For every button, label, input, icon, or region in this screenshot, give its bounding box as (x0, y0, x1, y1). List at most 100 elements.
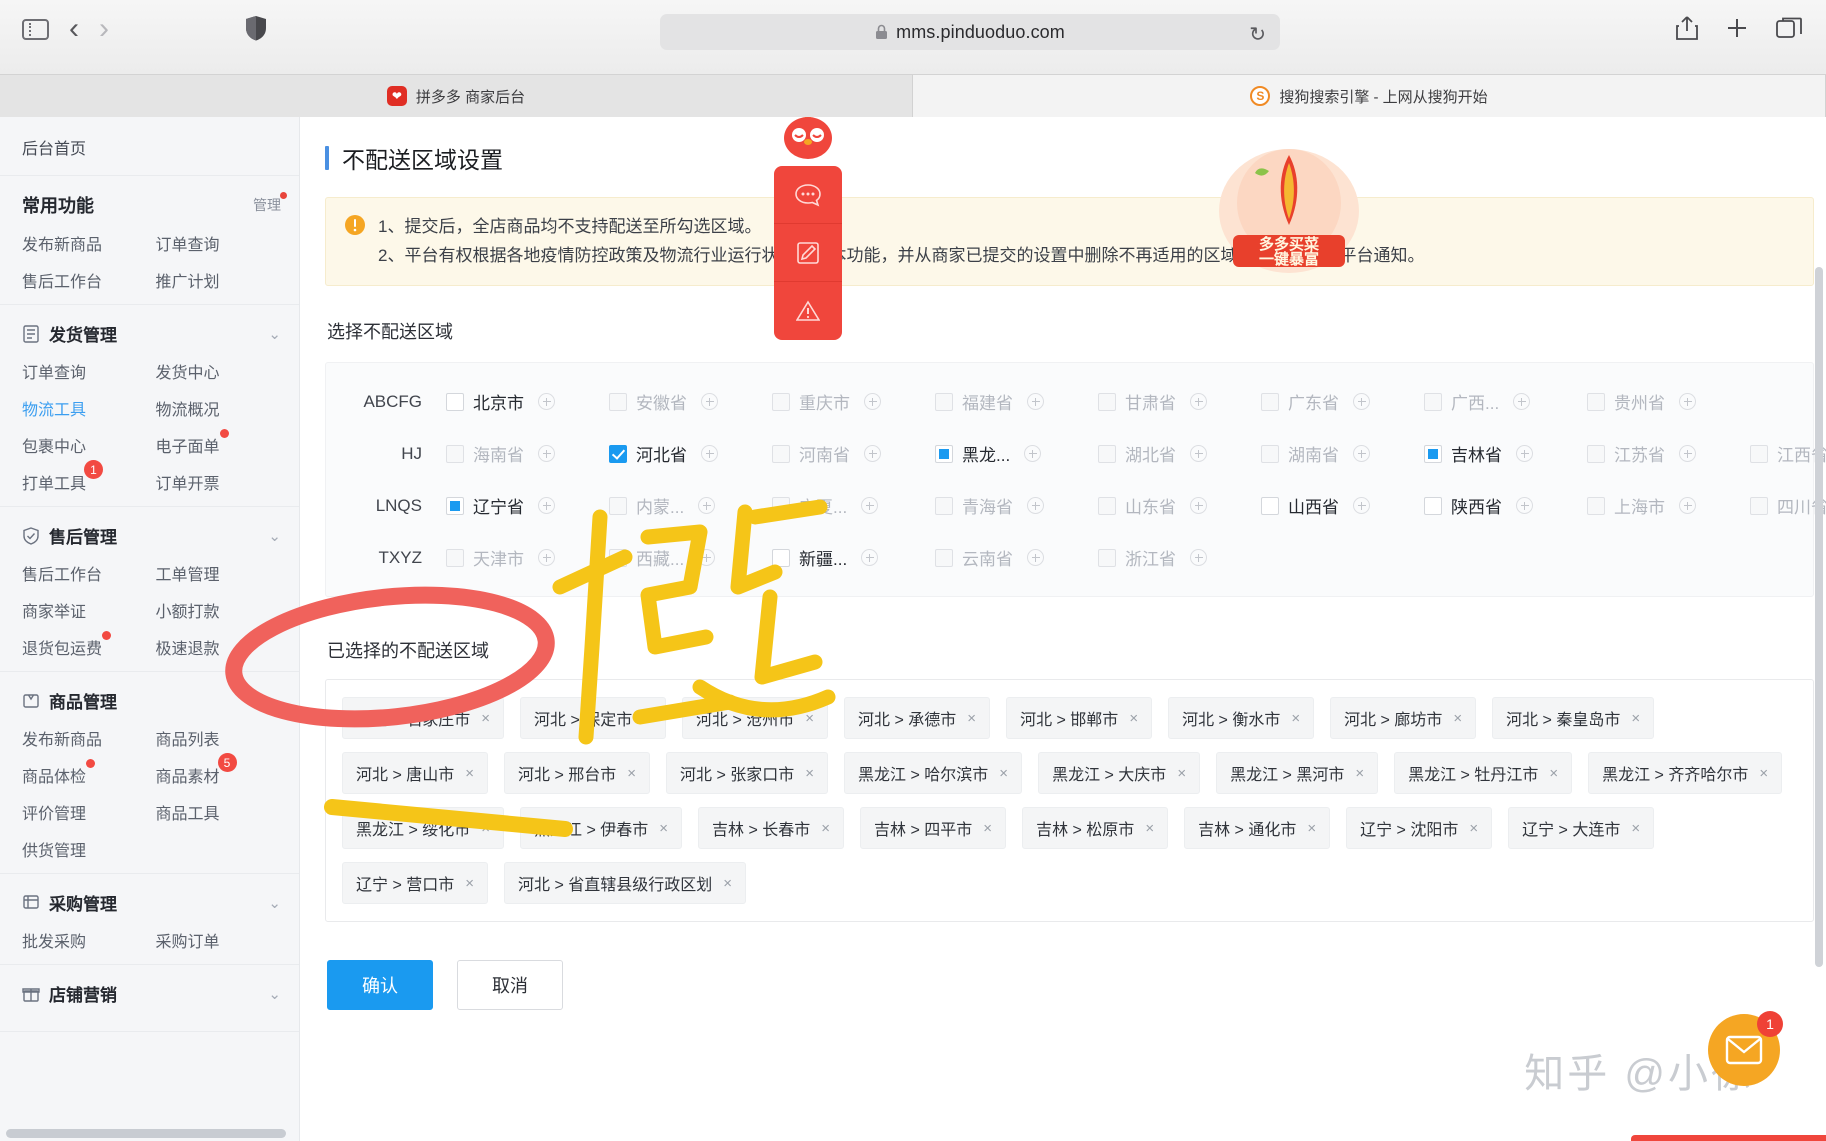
edit-note-icon[interactable] (774, 224, 842, 282)
province-checkbox[interactable] (446, 392, 464, 411)
sidebar-section-header[interactable]: 售后管理 ⌄ (0, 523, 299, 548)
province-checkbox[interactable] (1261, 392, 1279, 411)
sidebar-item-3[interactable]: 推广计划 (156, 268, 220, 292)
chevron-down-icon[interactable]: ⌄ (268, 985, 281, 1003)
remove-tag-icon[interactable]: × (1145, 820, 1154, 837)
selected-region-tag[interactable]: 河北 > 承德市 × (844, 697, 991, 740)
remove-tag-icon[interactable]: × (627, 765, 636, 782)
province-checkbox-item[interactable]: 天津市 (446, 545, 609, 570)
province-checkbox[interactable] (1587, 392, 1605, 411)
selected-region-tag[interactable]: 河北 > 沧州市 × (682, 697, 829, 740)
province-checkbox-item[interactable]: 山东省 (1098, 493, 1261, 518)
province-checkbox[interactable] (609, 444, 627, 463)
province-checkbox-item[interactable]: 河北省 (609, 441, 772, 466)
remove-tag-icon[interactable]: × (465, 765, 474, 782)
selected-region-tag[interactable]: 吉林 > 长春市 × (698, 807, 845, 850)
province-checkbox[interactable] (609, 548, 627, 567)
remove-tag-icon[interactable]: × (967, 710, 976, 727)
sidebar-scrollbar[interactable] (6, 1129, 286, 1138)
browser-tab-pinduoduo[interactable]: ❤ 拼多多 商家后台 (0, 75, 913, 117)
selected-region-tag[interactable]: 河北 > 廊坊市 × (1330, 697, 1477, 740)
selected-region-tag[interactable]: 黑龙江 > 绥化市 × (342, 807, 505, 850)
selected-region-tag[interactable]: 吉林 > 通化市 × (1184, 807, 1331, 850)
page-scrollbar[interactable] (1815, 267, 1823, 967)
province-checkbox-item[interactable]: 陕西省 (1424, 493, 1587, 518)
sidebar-item-1[interactable]: 工单管理 (156, 561, 220, 585)
sidebar-item-3[interactable]: 商品素材 5 (156, 753, 237, 787)
browser-tab-sogou[interactable]: S 搜狗搜索引擎 - 上网从搜狗开始 (913, 75, 1826, 117)
province-checkbox[interactable] (1587, 444, 1605, 463)
sidebar-item-6[interactable]: 打单工具 1 (22, 460, 104, 494)
chevron-down-icon[interactable]: ⌄ (268, 325, 281, 343)
remove-tag-icon[interactable]: × (659, 820, 668, 837)
province-checkbox[interactable] (446, 548, 464, 567)
sidebar-item-1[interactable]: 发货中心 (156, 359, 220, 383)
expand-plus-icon[interactable] (1027, 549, 1044, 567)
remove-tag-icon[interactable]: × (1355, 765, 1364, 782)
province-checkbox-item[interactable]: 吉林省 (1424, 441, 1587, 466)
pdd-assistant-widget[interactable] (774, 117, 842, 340)
expand-plus-icon[interactable] (1513, 393, 1531, 411)
province-checkbox[interactable] (609, 496, 627, 515)
province-checkbox-item[interactable]: 宁夏... (772, 493, 935, 518)
expand-plus-icon[interactable] (1679, 393, 1696, 411)
sidebar-item-0[interactable]: 订单查询 (22, 359, 86, 383)
expand-plus-icon[interactable] (698, 549, 716, 567)
province-checkbox[interactable] (609, 392, 627, 411)
selected-region-tag[interactable]: 河北 > 保定市 × (520, 697, 667, 740)
selected-region-tag[interactable]: 黑龙江 > 大庆市 × (1038, 752, 1201, 795)
sidebar-item-0[interactable]: 发布新商品 (22, 726, 102, 750)
province-checkbox-item[interactable]: 青海省 (935, 493, 1098, 518)
address-bar[interactable]: mms.pinduoduo.com ↻ (660, 14, 1280, 50)
selected-region-tag[interactable]: 吉林 > 松原市 × (1022, 807, 1169, 850)
expand-plus-icon[interactable] (538, 497, 555, 515)
back-arrow-icon[interactable]: ‹ (69, 14, 79, 44)
province-checkbox[interactable] (935, 392, 953, 411)
sidebar-item-3[interactable]: 小额打款 (156, 598, 220, 622)
province-checkbox[interactable] (772, 444, 790, 463)
province-checkbox[interactable] (1587, 496, 1605, 515)
sidebar-item-2[interactable]: 商家举证 (22, 598, 86, 622)
expand-plus-icon[interactable] (1027, 497, 1044, 515)
province-checkbox-item[interactable]: 安徽省 (609, 389, 772, 414)
sidebar-item-4[interactable]: 评价管理 (22, 800, 86, 824)
selected-region-tag[interactable]: 河北 > 邢台市 × (504, 752, 651, 795)
province-checkbox-item[interactable]: 山西省 (1261, 493, 1424, 518)
province-checkbox-item[interactable]: 海南省 (446, 441, 609, 466)
province-checkbox-item[interactable]: 广东省 (1261, 389, 1424, 414)
remove-tag-icon[interactable]: × (1469, 820, 1478, 837)
privacy-shield-icon[interactable] (245, 15, 267, 41)
selected-region-tag[interactable]: 河北 > 张家口市 × (666, 752, 829, 795)
expand-plus-icon[interactable] (1516, 497, 1533, 515)
sidebar-item-0[interactable]: 售后工作台 (22, 561, 102, 585)
remove-tag-icon[interactable]: × (1549, 765, 1558, 782)
selected-region-tag[interactable]: 辽宁 > 大连市 × (1508, 807, 1655, 850)
sidebar-item-4[interactable]: 退货包运费 (22, 631, 112, 659)
expand-plus-icon[interactable] (1190, 549, 1207, 567)
sidebar-manage-link[interactable]: 管理 (253, 192, 287, 215)
remove-tag-icon[interactable]: × (1631, 820, 1640, 837)
remove-tag-icon[interactable]: × (1631, 710, 1640, 727)
sidebar-item-1[interactable]: 订单查询 (156, 231, 220, 255)
selected-region-tag[interactable]: 河北 > 石家庄市 × (342, 697, 505, 740)
sidebar-section-header[interactable]: 采购管理 ⌄ (0, 890, 299, 915)
province-checkbox-item[interactable]: 云南省 (935, 545, 1098, 570)
selected-region-tag[interactable]: 吉林 > 四平市 × (860, 807, 1007, 850)
remove-tag-icon[interactable]: × (465, 875, 474, 892)
expand-plus-icon[interactable] (538, 549, 555, 567)
sidebar-item-5[interactable]: 极速退款 (156, 635, 220, 659)
remove-tag-icon[interactable]: × (999, 765, 1008, 782)
province-checkbox[interactable] (935, 548, 953, 567)
province-checkbox[interactable] (1424, 496, 1442, 515)
province-checkbox[interactable] (1098, 548, 1116, 567)
province-checkbox-item[interactable]: 西藏... (609, 545, 772, 570)
province-checkbox-item[interactable]: 广西... (1424, 389, 1587, 414)
chevron-down-icon[interactable]: ⌄ (268, 692, 281, 710)
sidebar-item-2[interactable]: 售后工作台 (22, 268, 102, 292)
province-checkbox-item[interactable]: 辽宁省 (446, 493, 609, 518)
province-checkbox[interactable] (1424, 444, 1442, 463)
selected-region-tag[interactable]: 辽宁 > 沈阳市 × (1346, 807, 1493, 850)
province-checkbox-item[interactable]: 新疆... (772, 545, 935, 570)
sidebar-item-0[interactable]: 发布新商品 (22, 231, 102, 255)
expand-plus-icon[interactable] (1190, 497, 1207, 515)
